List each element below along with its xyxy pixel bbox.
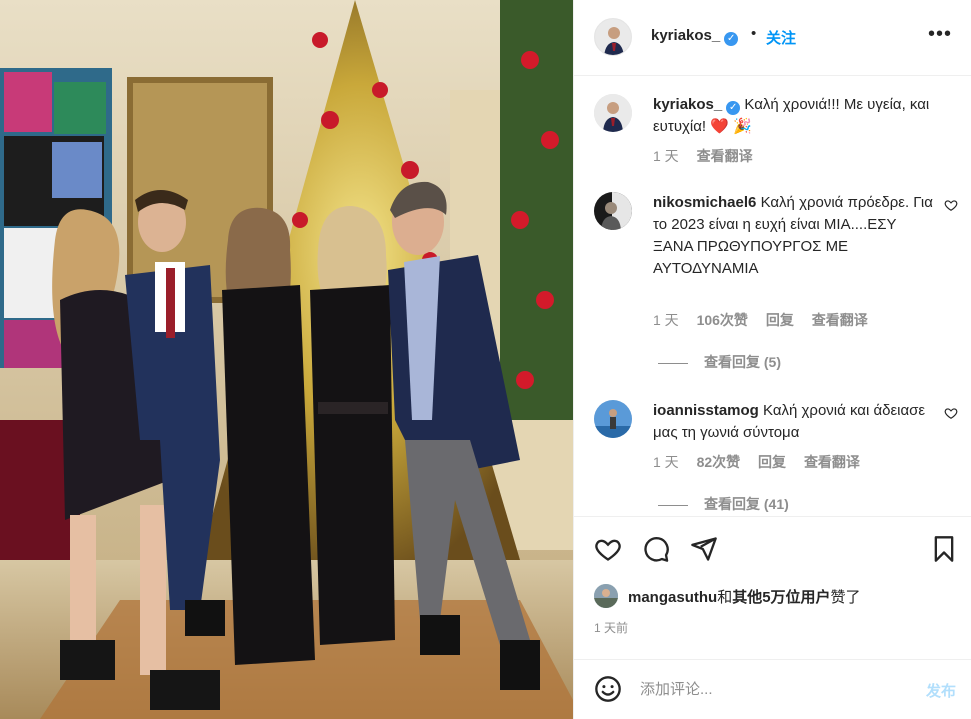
author-avatar[interactable] (594, 18, 632, 56)
heart-outline-icon[interactable] (594, 535, 622, 563)
liker-avatar-image (594, 584, 618, 608)
caption-translate-button[interactable]: 查看翻译 (697, 148, 753, 164)
follow-button[interactable]: 关注 (766, 27, 796, 48)
comment-translate-button[interactable]: 查看翻译 (804, 454, 860, 470)
comment-time[interactable]: 1 天 (653, 454, 679, 470)
paper-plane-icon[interactable] (690, 535, 718, 563)
comment-like-count[interactable]: 82次赞 (697, 454, 741, 470)
comment-body: nikosmichael6 Καλή χρονιά πρόεδρε. Για τ… (653, 192, 933, 280)
post-side-panel: kyriakos_ ✓ • 关注 ••• kyriakos_ ✓ Καλή χρ… (573, 0, 971, 719)
post-header: kyriakos_ ✓ • 关注 ••• (574, 0, 971, 76)
caption-author-avatar[interactable] (594, 94, 632, 132)
liker-avatar[interactable] (594, 584, 618, 608)
post-action-bar (574, 516, 971, 580)
view-replies-label[interactable]: 查看回复 (5) (704, 354, 781, 370)
comment-bubble-icon[interactable] (642, 535, 670, 563)
comment-meta: 1 天 82次赞 回复 查看翻译 (653, 452, 874, 472)
caption-meta: 1 天 查看翻译 (653, 146, 767, 166)
author-avatar-image (595, 19, 631, 55)
comment-meta: 1 天 106次赞 回复 查看翻译 (653, 310, 882, 330)
commenter-username[interactable]: nikosmichael6 (653, 194, 756, 211)
family-christmas-photo (0, 0, 573, 719)
likes-text: mangasuthu和其他5万位用户赞了 (628, 586, 861, 607)
header-separator: • (751, 25, 757, 42)
verified-badge-icon: ✓ (726, 101, 741, 115)
instagram-post-view: kyriakos_ ✓ • 关注 ••• kyriakos_ ✓ Καλή χρ… (0, 0, 971, 719)
comment-time[interactable]: 1 天 (653, 312, 679, 328)
comment-translate-button[interactable]: 查看翻译 (812, 312, 868, 328)
comment-body: ioannisstamog Καλή χρονιά και άδειασε μα… (653, 400, 933, 444)
bookmark-icon[interactable] (930, 535, 958, 563)
add-comment-bar: 发布 (574, 659, 971, 719)
heart-outline-icon[interactable] (944, 406, 958, 420)
commenter-username[interactable]: ioannisstamog (653, 402, 759, 419)
post-time-ago[interactable]: 1 天前 (594, 619, 628, 636)
replies-divider-line (658, 362, 688, 364)
more-dots-icon[interactable]: ••• (928, 24, 952, 44)
post-comment-button[interactable]: 发布 (926, 680, 956, 701)
commenter-avatar[interactable] (594, 400, 632, 438)
caption-time[interactable]: 1 天 (653, 148, 679, 164)
heart-outline-icon[interactable] (944, 198, 958, 212)
replies-divider-line (658, 504, 688, 506)
view-replies-button[interactable]: 查看回复 (41) (658, 494, 789, 514)
caption-username[interactable]: kyriakos_ (653, 96, 722, 113)
author-username-text[interactable]: kyriakos_ (651, 27, 720, 44)
caption-body: kyriakos_ ✓ Καλή χρονιά!!! Με υγεία, και … (653, 94, 933, 138)
verified-badge-icon: ✓ (724, 32, 739, 46)
view-replies-button[interactable]: 查看回复 (5) (658, 352, 781, 372)
comments-list[interactable]: kyriakos_ ✓ Καλή χρονιά!!! Με υγεία, και … (574, 77, 971, 516)
post-photo[interactable] (0, 0, 573, 719)
view-replies-label[interactable]: 查看回复 (41) (704, 496, 789, 512)
commenter-avatar-image (594, 192, 632, 230)
comment-reply-button[interactable]: 回复 (766, 312, 794, 328)
commenter-avatar-image (594, 400, 632, 438)
author-username[interactable]: kyriakos_ ✓ (651, 27, 739, 46)
liker-username[interactable]: mangasuthu (628, 589, 717, 606)
commenter-avatar[interactable] (594, 192, 632, 230)
comment-like-count[interactable]: 106次赞 (697, 312, 748, 328)
likes-others-link[interactable]: 其他5万位用户 (732, 589, 830, 606)
comment-reply-button[interactable]: 回复 (758, 454, 786, 470)
comment-input[interactable] (640, 676, 900, 702)
likes-joiner: 和 (717, 589, 733, 606)
smiley-icon[interactable] (594, 675, 622, 703)
caption-avatar-image (594, 94, 632, 132)
likes-suffix: 赞了 (830, 589, 861, 606)
